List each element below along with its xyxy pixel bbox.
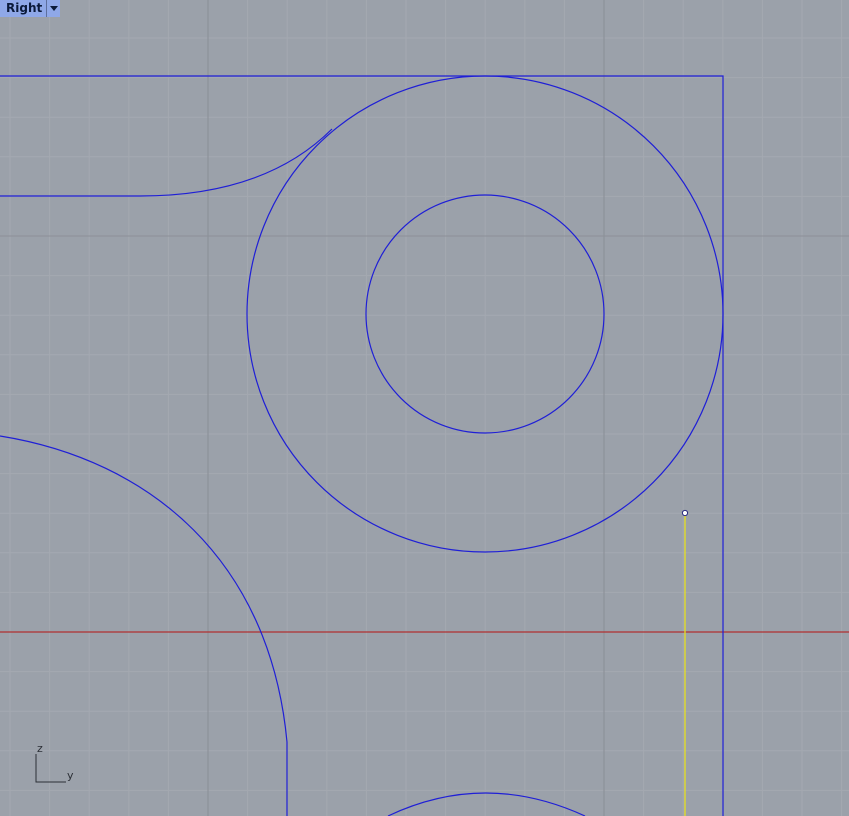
bottom-arc[interactable] [387, 792, 586, 816]
grid-minor [0, 0, 849, 816]
axis-label-y: y [67, 769, 74, 782]
frame-curve[interactable] [0, 75, 724, 816]
viewport-title[interactable]: Right [0, 0, 48, 17]
grid-major [0, 0, 849, 816]
axis-label-z: z [37, 742, 43, 755]
chevron-down-icon[interactable] [47, 0, 61, 17]
viewport-canvas[interactable] [0, 0, 849, 816]
right-viewport[interactable]: Right z y [0, 0, 849, 816]
viewport-tab[interactable]: Right [0, 0, 61, 17]
control-point-grip[interactable] [681, 509, 689, 517]
axis-widget: z y [34, 742, 78, 786]
